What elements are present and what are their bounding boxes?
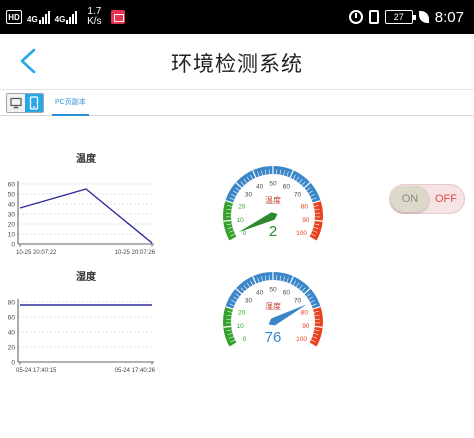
temperature-gauge-tick-label: 90 xyxy=(302,217,310,224)
desktop-view-button[interactable] xyxy=(7,94,25,112)
leaf-icon xyxy=(418,11,429,23)
temperature-line-chart: 温度 0 10 20 30 40 50 60 10-25 20:07:22 10-25 20:07… xyxy=(0,150,165,262)
temperature-chart-title: 温度 xyxy=(76,152,97,165)
humidity-y-tick-label: 0 xyxy=(11,360,15,367)
battery-level: 27 xyxy=(393,12,404,22)
temperature-y-tick-label: 10 xyxy=(8,232,16,239)
temperature-gauge-tick-label: 60 xyxy=(283,183,291,190)
on-off-switch[interactable]: ON OFF xyxy=(389,184,465,214)
humidity-x-tick-label: 05-24 17:40:26 xyxy=(115,368,156,374)
temperature-y-tick-label: 40 xyxy=(8,202,16,209)
page-title: 环境检测系统 xyxy=(171,53,303,76)
temperature-chart-svg: 温度 0 10 20 30 40 50 60 10-25 20:07:22 10-25 20:07… xyxy=(8,152,156,256)
monitor-icon xyxy=(10,97,22,109)
temperature-gauge-title: 温度 xyxy=(265,195,281,205)
network-speed: 1.7 K/s xyxy=(82,7,106,27)
temperature-gauge-tick-label: 80 xyxy=(301,203,309,210)
humidity-gauge-value: 76 xyxy=(265,329,282,346)
signal-icon-2: 4G xyxy=(55,10,78,24)
humidity-gauge-tick-label: 40 xyxy=(256,289,264,296)
battery-icon: 27 xyxy=(384,10,416,24)
temperature-gauge-tick-label: 100 xyxy=(296,230,307,237)
humidity-y-tick-label: 80 xyxy=(8,300,16,307)
app-notification-icon xyxy=(111,10,126,24)
humidity-gauge-svg: 0 10 20 3040 50 6070 80 90 100 湿度 76 xyxy=(223,272,323,348)
temperature-y-tick-label: 20 xyxy=(8,222,16,229)
humidity-gauge-tick-label: 60 xyxy=(283,289,291,296)
tab-pc-copy[interactable]: PC页副本 xyxy=(52,94,89,116)
humidity-gauge-tick-label: 20 xyxy=(238,309,246,316)
humidity-gauge-tick-label: 0 xyxy=(243,336,247,343)
temperature-y-tick-label: 60 xyxy=(8,182,16,189)
tab-bar: PC页副本 xyxy=(0,90,474,116)
mobile-view-button[interactable] xyxy=(25,94,43,112)
temperature-y-tick-label: 30 xyxy=(8,212,16,219)
vibrate-icon xyxy=(368,10,379,24)
temperature-gauge-tick-label: 10 xyxy=(237,217,245,224)
device-toggle xyxy=(6,93,44,113)
network-type-2: 4G xyxy=(54,15,66,24)
temperature-gauge: 0 10 20 30 40 50 60 70 80 90 100 温度 2 xyxy=(216,158,331,258)
temperature-gauge-tick-label: 30 xyxy=(245,191,253,198)
humidity-line-chart: 湿度 0 20 40 60 80 05-24 17:40:15 05-24 17:40:26 xyxy=(0,268,165,380)
phone-icon xyxy=(29,96,39,110)
humidity-gauge-tick-label: 50 xyxy=(269,287,277,294)
temperature-gauge-tick-label: 20 xyxy=(238,203,246,210)
humidity-x-tick-label: 05-24 17:40:15 xyxy=(16,368,57,374)
status-bar: HD 4G 4G 1.7 K/s 27 8:07 xyxy=(0,0,474,34)
humidity-y-tick-label: 60 xyxy=(8,315,16,322)
humidity-chart-svg: 湿度 0 20 40 60 80 05-24 17:40:15 05-24 17:40:26 xyxy=(8,270,156,374)
humidity-gauge-tick-label: 30 xyxy=(245,297,253,304)
temperature-series-line xyxy=(19,188,153,244)
temperature-x-tick-label: 10-25 20:07:22 xyxy=(16,250,57,256)
network-type-1: 4G xyxy=(27,15,38,24)
signal-icon-1: 4G xyxy=(27,10,50,24)
humidity-gauge-tick xyxy=(314,325,323,328)
humidity-gauge: 0 10 20 30 40 50 60 70 80 90 100 湿度 76 xyxy=(216,264,331,364)
temperature-y-tick-label: 0 xyxy=(11,242,15,249)
tab-pc-copy-label: PC页副本 xyxy=(55,99,86,106)
switch-off-label: OFF xyxy=(435,193,457,205)
temperature-gauge-tick-label: 0 xyxy=(243,230,247,237)
temperature-gauge-tick xyxy=(223,219,232,222)
alarm-icon xyxy=(348,10,363,24)
switch-on-label: ON xyxy=(401,193,419,205)
humidity-gauge-tick-label: 70 xyxy=(294,297,302,304)
temperature-gauge-tick-label: 40 xyxy=(256,183,264,190)
app-header: 环境检测系统 xyxy=(0,34,474,90)
humidity-y-tick-label: 40 xyxy=(8,330,16,337)
temperature-gauge-tick-label: 70 xyxy=(294,191,302,198)
temperature-gauge-value: 2 xyxy=(269,223,277,240)
temperature-x-tick-label: 10-25 20:07:26 xyxy=(115,250,156,256)
humidity-gauge-tick-label: 80 xyxy=(301,309,309,316)
hd-icon: HD xyxy=(6,10,22,24)
humidity-gauge-tick-label: 10 xyxy=(237,323,245,330)
temperature-gauge-svg: 0 10 20 3040 50 6070 80 90 100 温度 2 xyxy=(223,166,323,242)
humidity-gauge-tick-label: 100 xyxy=(296,336,307,343)
humidity-chart-title: 湿度 xyxy=(76,270,97,283)
humidity-y-tick-label: 20 xyxy=(8,345,16,352)
humidity-gauge-tick-label: 90 xyxy=(302,323,310,330)
temperature-y-tick-label: 50 xyxy=(8,192,16,199)
status-left: HD 4G 4G 1.7 K/s xyxy=(6,6,126,28)
humidity-gauge-title: 湿度 xyxy=(265,301,281,311)
status-time: 8:07 xyxy=(434,8,464,26)
temperature-gauge-tick xyxy=(314,219,323,222)
network-speed-unit: K/s xyxy=(87,16,102,27)
temperature-gauge-tick-label: 50 xyxy=(269,181,277,188)
status-right: 27 8:07 xyxy=(348,6,464,28)
humidity-gauge-tick xyxy=(223,325,232,328)
